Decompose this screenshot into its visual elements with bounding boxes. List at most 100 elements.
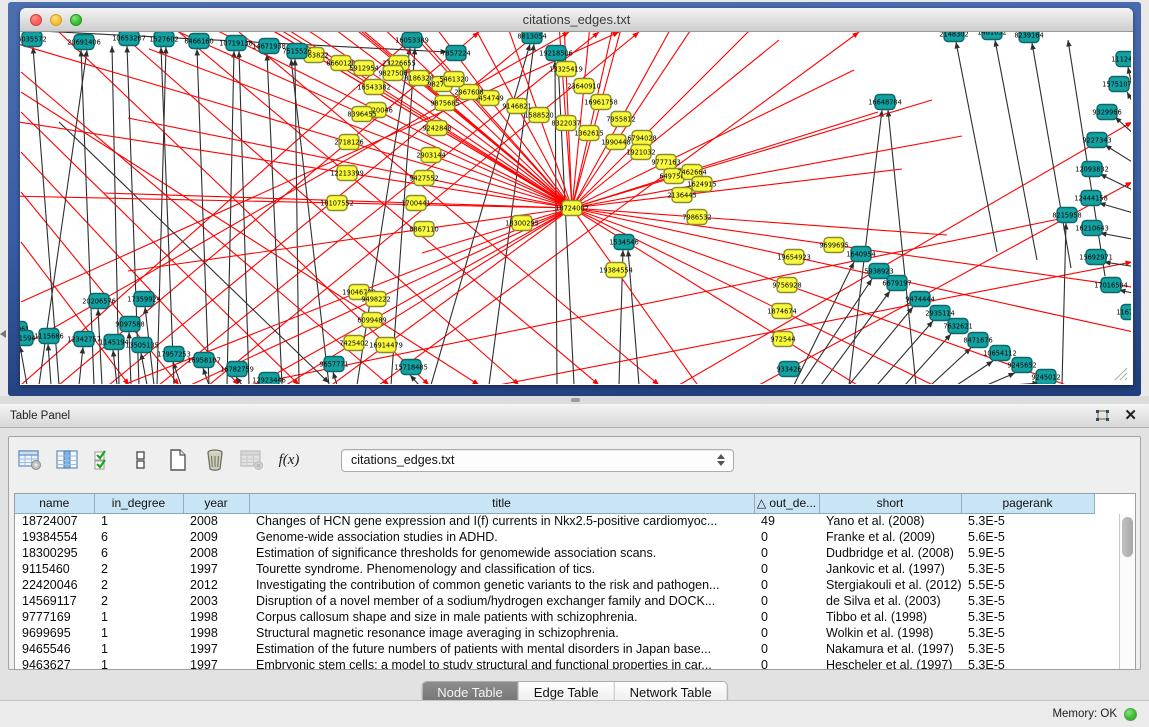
table-cell[interactable]: 6: [94, 529, 183, 545]
graph-node[interactable]: 16914479: [369, 338, 403, 353]
table-cell[interactable]: 1: [94, 513, 183, 529]
graph-node[interactable]: 9427552: [409, 171, 438, 186]
table-selector-combo[interactable]: citations_edges.txt: [341, 449, 734, 472]
graph-node[interactable]: 15718485: [394, 360, 428, 375]
table-row[interactable]: 1456911722003Disruption of a novel membe…: [15, 593, 1094, 609]
table-cell[interactable]: 5.3E-5: [961, 609, 1094, 625]
graph-node[interactable]: 2903144: [416, 148, 445, 163]
graph-node[interactable]: 391594: [20, 331, 36, 346]
graph-node[interactable]: 16648784: [868, 95, 902, 110]
graph-node[interactable]: 7857224: [441, 46, 470, 61]
table-cell[interactable]: 2003: [183, 593, 249, 609]
table-cell[interactable]: 2008: [183, 545, 249, 561]
table-row[interactable]: 2242004622012Investigating the contribut…: [15, 577, 1094, 593]
table-cell[interactable]: Jankovic et al. (1997): [819, 561, 961, 577]
graph-node[interactable]: 9699695: [819, 238, 848, 253]
graph-node[interactable]: 9498222: [361, 292, 390, 307]
row-height-icon[interactable]: [128, 447, 154, 473]
graph-node[interactable]: 7632621: [943, 319, 972, 334]
graph-node[interactable]: 12213399: [330, 166, 364, 181]
graph-node[interactable]: 13505135: [125, 338, 159, 353]
table-cell[interactable]: 1998: [183, 625, 249, 641]
table-cell[interactable]: 5.3E-5: [961, 593, 1094, 609]
table-cell[interactable]: 0: [754, 657, 819, 670]
table-cell[interactable]: 0: [754, 609, 819, 625]
table-cell[interactable]: 0: [754, 545, 819, 561]
table-cell[interactable]: Tourette syndrome. Phenomenology and cla…: [249, 561, 754, 577]
new-document-icon[interactable]: [165, 447, 191, 473]
table-cell[interactable]: 5.5E-5: [961, 577, 1094, 593]
graph-node[interactable]: 6466160: [184, 34, 213, 49]
table-cell[interactable]: 9115460: [15, 561, 94, 577]
graph-node[interactable]: 9245012: [1031, 370, 1060, 385]
graph-node[interactable]: 1874674: [767, 304, 796, 319]
table-cell[interactable]: 1: [94, 641, 183, 657]
table-cell[interactable]: 5.3E-5: [961, 657, 1094, 670]
graph-node[interactable]: 7986532: [682, 210, 711, 225]
table-row[interactable]: 1938455462009Genome-wide association stu…: [15, 529, 1094, 545]
graph-node[interactable]: 2148302: [939, 32, 968, 42]
table-cell[interactable]: 2012: [183, 577, 249, 593]
select-all-checks-icon[interactable]: [91, 447, 117, 473]
table-cell[interactable]: 6: [94, 545, 183, 561]
table-cell[interactable]: 9699695: [15, 625, 94, 641]
table-cell[interactable]: 9777169: [15, 609, 94, 625]
graph-node[interactable]: 14671938: [252, 39, 286, 54]
table-cell[interactable]: 14569117: [15, 593, 94, 609]
table-cell[interactable]: 49: [754, 513, 819, 529]
table-cell[interactable]: Stergiakouli et al. (2012): [819, 577, 961, 593]
graph-node[interactable]: 5912954: [349, 61, 378, 76]
table-cell[interactable]: 5.3E-5: [961, 561, 1094, 577]
graph-node[interactable]: 19654923: [777, 250, 811, 265]
table-cell[interactable]: Nakamura et al. (1997): [819, 641, 961, 657]
graph-node[interactable]: 10653267: [112, 32, 146, 46]
table-cell[interactable]: Yano et al. (2008): [819, 513, 961, 529]
graph-node[interactable]: 9227343: [1082, 133, 1111, 148]
divider-handle[interactable]: [571, 398, 580, 402]
graph-node[interactable]: 19384554: [599, 263, 633, 278]
table-cell[interactable]: 5.3E-5: [961, 641, 1094, 657]
graph-node[interactable]: 1167533: [1116, 305, 1131, 320]
column-header-4[interactable]: △ out_de...: [754, 494, 819, 513]
graph-node[interactable]: 9474444: [905, 292, 934, 307]
graph-node[interactable]: 17957253: [157, 347, 191, 362]
graph-node[interactable]: 9875685: [430, 96, 459, 111]
graph-node[interactable]: 18107552: [320, 196, 354, 211]
table-cell[interactable]: 5.6E-5: [961, 529, 1094, 545]
graph-node[interactable]: 9146821: [502, 99, 531, 114]
graph-node[interactable]: 8239164: [1014, 32, 1043, 43]
delete-trash-icon[interactable]: [202, 447, 228, 473]
table-cell[interactable]: Tibbo et al. (1998): [819, 609, 961, 625]
table-cell[interactable]: de Silva et al. (2003): [819, 593, 961, 609]
network-graph[interactable]: 1830029519384554133254192364091016961758…: [20, 32, 1131, 384]
table-cell[interactable]: Dudbridge et al. (2008): [819, 545, 961, 561]
graph-node[interactable]: 6099489: [357, 313, 386, 328]
table-cell[interactable]: 1: [94, 657, 183, 670]
graph-node[interactable]: 16961758: [584, 95, 618, 110]
graph-node[interactable]: 8867110: [409, 222, 438, 237]
table-cell[interactable]: 0: [754, 561, 819, 577]
table-cell[interactable]: Changes of HCN gene expression and I(f) …: [249, 513, 754, 529]
graph-node[interactable]: 8471676: [963, 333, 992, 348]
table-cell[interactable]: 1997: [183, 657, 249, 670]
table-cell[interactable]: 1997: [183, 641, 249, 657]
table-cell[interactable]: Franke et al. (2009): [819, 529, 961, 545]
table-row[interactable]: 1872400712008Changes of HCN gene express…: [15, 513, 1094, 529]
table-cell[interactable]: 2: [94, 593, 183, 609]
table-cell[interactable]: 1997: [183, 561, 249, 577]
graph-node[interactable]: 8215958: [1052, 208, 1081, 223]
table-cell[interactable]: 2009: [183, 529, 249, 545]
graph-node[interactable]: 20691406: [67, 35, 101, 50]
graph-node[interactable]: 2136445: [667, 188, 696, 203]
table-row[interactable]: 977716911998Corpus callosum shape and si…: [15, 609, 1094, 625]
graph-node[interactable]: 8396455: [347, 107, 376, 122]
table-cell[interactable]: 22420046: [15, 577, 94, 593]
table-cell[interactable]: Estimation of the future numbers of pati…: [249, 641, 754, 657]
import-table-disabled-icon[interactable]: [239, 447, 265, 473]
graph-node[interactable]: 16958107: [187, 353, 221, 368]
graph-node[interactable]: 7425402: [339, 336, 368, 351]
table-cell[interactable]: 2008: [183, 513, 249, 529]
column-header-2[interactable]: year: [183, 494, 249, 513]
graph-node[interactable]: 1990448: [601, 135, 630, 150]
table-scrollbar-thumb[interactable]: [1122, 517, 1133, 557]
